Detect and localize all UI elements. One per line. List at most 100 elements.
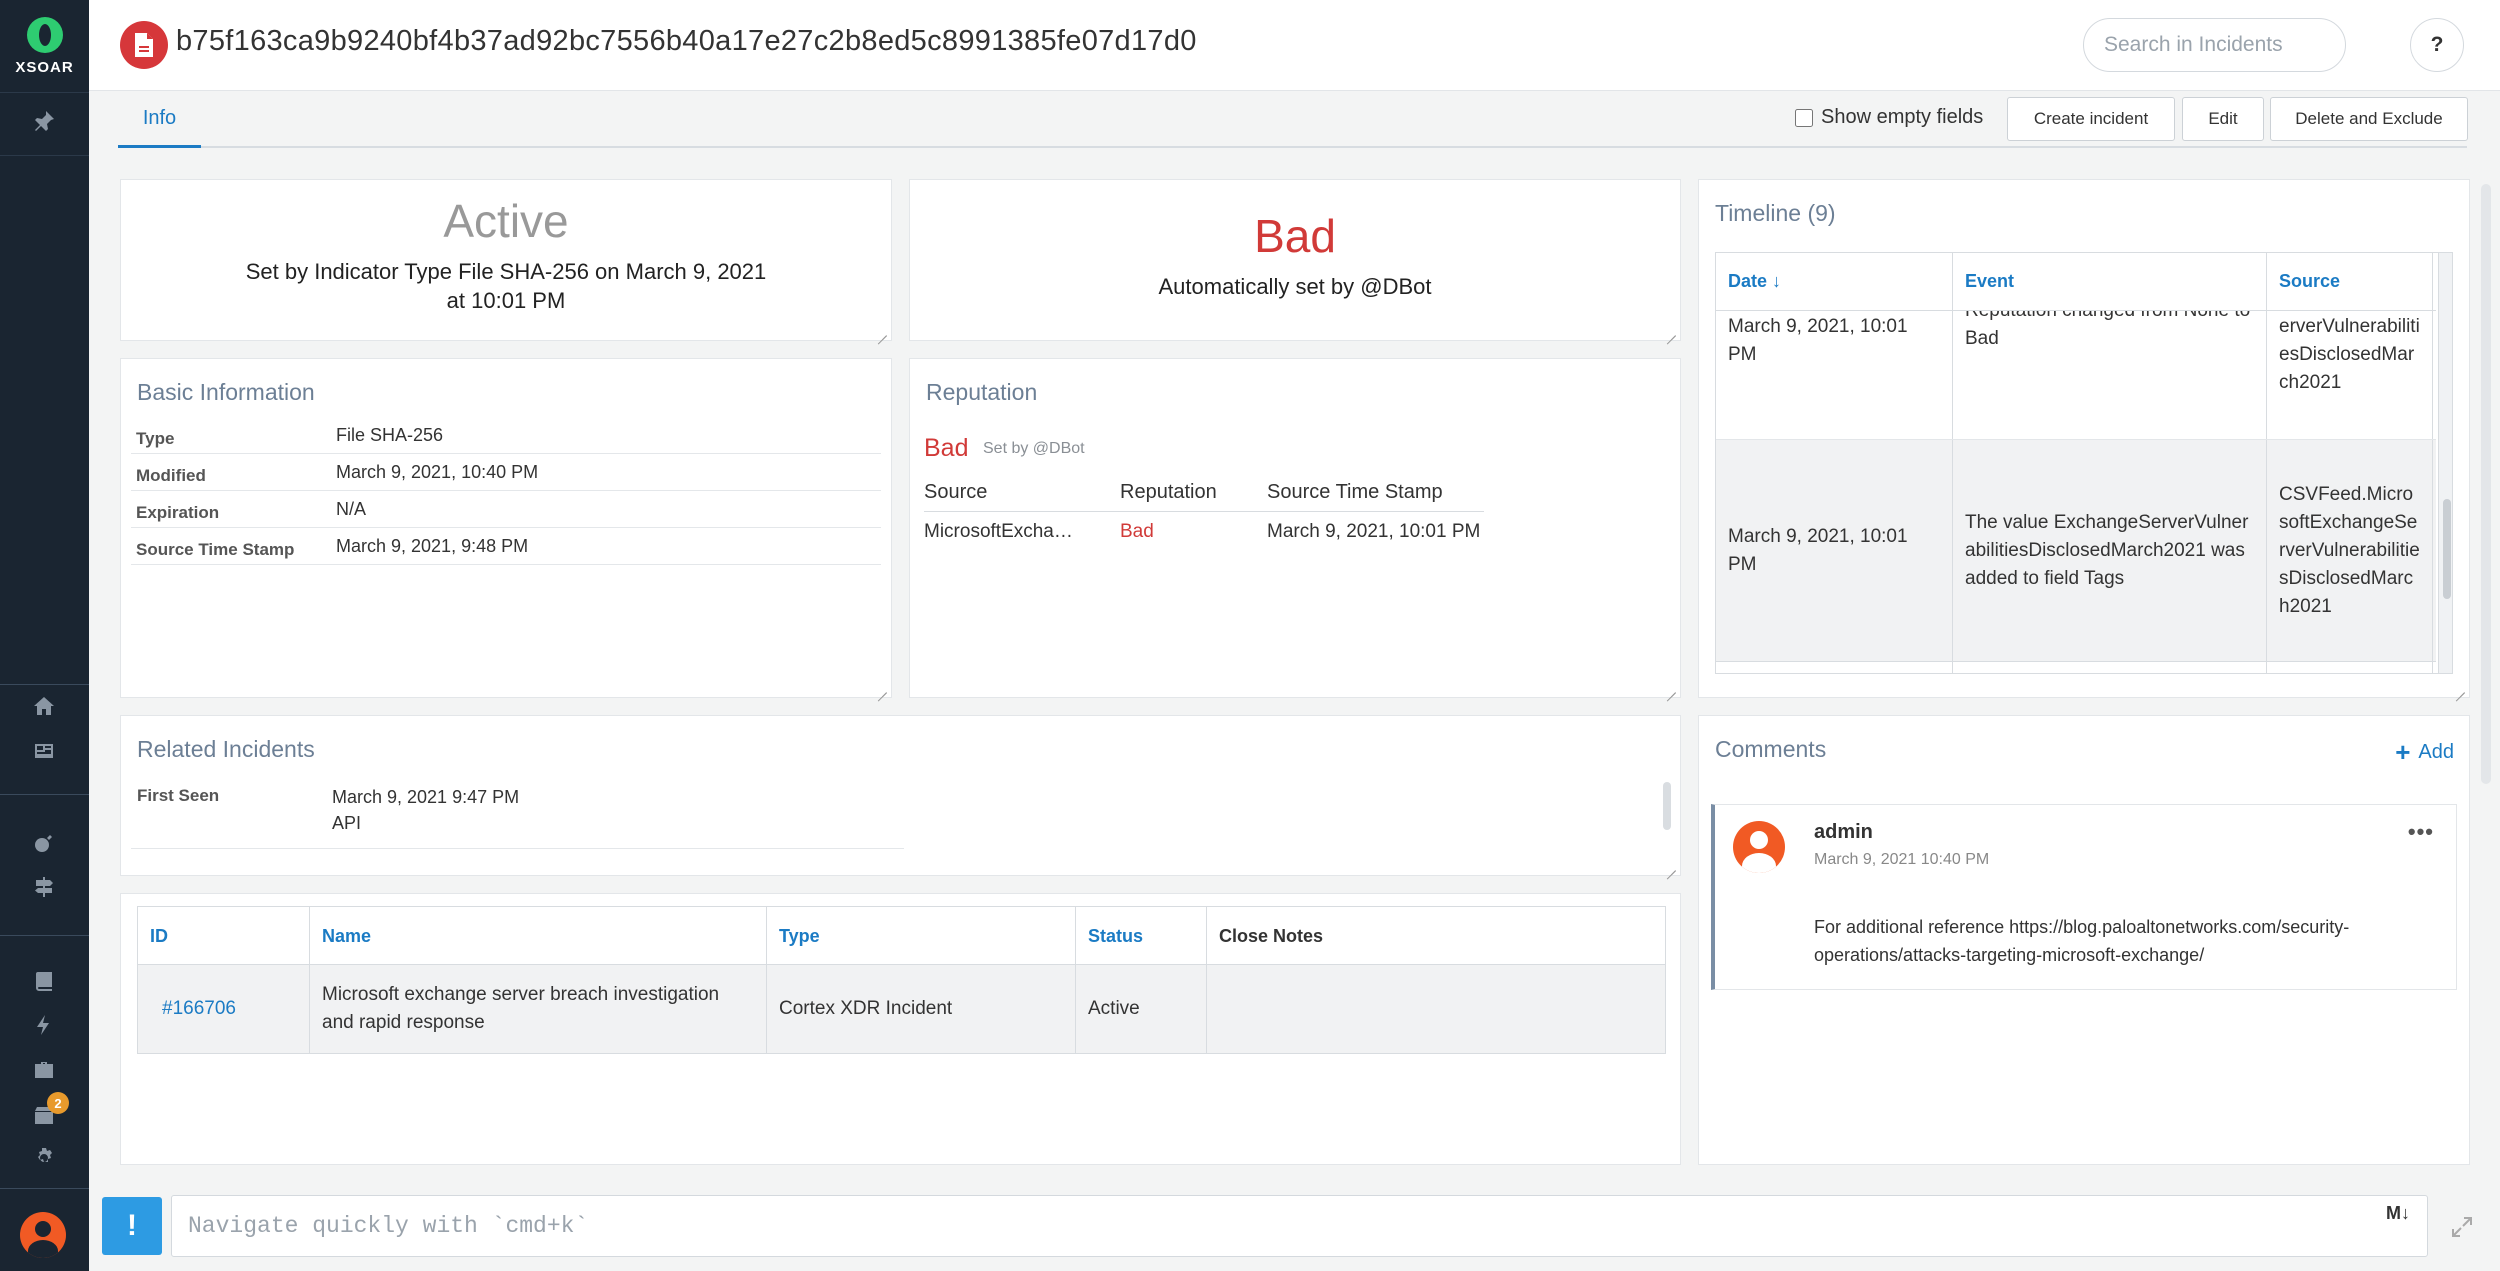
incidents-header-id[interactable]: ID bbox=[138, 907, 310, 964]
incidents-header-name[interactable]: Name bbox=[310, 907, 767, 964]
incident-status: Active bbox=[1076, 965, 1207, 1053]
divider bbox=[131, 848, 904, 849]
incident-id-link[interactable]: #166706 bbox=[138, 965, 310, 1053]
related-scrollbar[interactable] bbox=[1663, 782, 1671, 830]
info-row: Source Time Stamp March 9, 2021, 9:48 PM bbox=[131, 528, 881, 565]
resize-handle[interactable] bbox=[1664, 324, 1676, 336]
add-comment-button[interactable]: + Add bbox=[2395, 737, 2454, 768]
xsoar-logo-icon bbox=[26, 16, 63, 53]
incident-close-notes bbox=[1207, 965, 1665, 1053]
notification-badge: 2 bbox=[47, 1092, 69, 1114]
timeline-source: erverVulnerabilitiesDisclosedMarch2021 bbox=[2267, 311, 2433, 439]
bomb-icon[interactable] bbox=[29, 828, 59, 858]
table-row bbox=[1716, 661, 2436, 673]
timeline-header-date[interactable]: Date ↓ bbox=[1716, 253, 1953, 311]
timeline-header-event[interactable]: Event bbox=[1953, 253, 2267, 311]
incidents-header-status[interactable]: Status bbox=[1076, 907, 1207, 964]
search-input[interactable] bbox=[2083, 18, 2346, 72]
info-row: Expiration N/A bbox=[131, 491, 881, 528]
edit-button[interactable]: Edit bbox=[2182, 97, 2264, 141]
create-incident-button[interactable]: Create incident bbox=[2007, 97, 2175, 141]
status-set-by-line1: Set by Indicator Type File SHA-256 on Ma… bbox=[245, 259, 767, 284]
pin-icon[interactable] bbox=[29, 106, 59, 136]
book-icon[interactable] bbox=[29, 966, 59, 996]
table-row[interactable]: March 9, 2021, 10:01 PM The value Exchan… bbox=[1716, 439, 2436, 661]
sidebar: XSOAR 2 bbox=[0, 0, 89, 1271]
incidents-header-close-notes: Close Notes bbox=[1219, 925, 1324, 946]
gear-icon[interactable] bbox=[29, 1143, 59, 1173]
table-row[interactable]: March 9, 2021, 10:01 PM Reputation chang… bbox=[1716, 295, 2436, 439]
timeline-event: The value ExchangeServerVulnerabilitiesD… bbox=[1953, 440, 2267, 661]
comment-date: March 9, 2021 10:40 PM bbox=[1814, 851, 1990, 868]
xsoar-logo[interactable]: XSOAR bbox=[0, 0, 89, 92]
comment-text: For additional reference https://blog.pa… bbox=[1814, 917, 2350, 965]
info-value: March 9, 2021, 10:40 PM bbox=[336, 462, 539, 482]
timeline-scrollbar[interactable] bbox=[2438, 253, 2452, 673]
signpost-icon[interactable] bbox=[29, 872, 59, 902]
sidebar-divider bbox=[0, 92, 89, 93]
markdown-icon[interactable]: M↓ bbox=[2386, 1203, 2410, 1224]
panel-title: Timeline (9) bbox=[1715, 200, 1836, 226]
incidents-header-row: ID Name Type Status Close Notes bbox=[138, 907, 1665, 965]
resize-handle[interactable] bbox=[1664, 859, 1676, 871]
home-icon[interactable] bbox=[29, 691, 59, 721]
user-avatar[interactable] bbox=[20, 1212, 66, 1258]
reputation-value: Bad bbox=[1120, 521, 1154, 542]
page-scrollbar[interactable] bbox=[2481, 184, 2491, 784]
verdict-panel: Bad Automatically set by @DBot bbox=[909, 179, 1681, 341]
resize-handle[interactable] bbox=[1664, 681, 1676, 693]
sidebar-divider bbox=[0, 684, 89, 685]
tab-info[interactable]: Info bbox=[118, 91, 201, 148]
resize-handle[interactable] bbox=[875, 324, 887, 336]
page-title: b75f163ca9b9240bf4b37ad92bc7556b40a17e27… bbox=[176, 25, 1197, 57]
command-input[interactable] bbox=[171, 1195, 2428, 1257]
timeline-date: March 9, 2021, 10:01 PM bbox=[1716, 440, 1953, 661]
file-indicator-icon bbox=[120, 21, 168, 69]
add-comment-label: Add bbox=[2418, 741, 2454, 763]
resize-handle[interactable] bbox=[2453, 681, 2465, 693]
reputation-timestamp: March 9, 2021, 10:01 PM bbox=[1267, 521, 1481, 542]
scrollbar-thumb[interactable] bbox=[2443, 499, 2451, 599]
incidents-header-type[interactable]: Type bbox=[767, 907, 1076, 964]
resize-handle[interactable] bbox=[875, 681, 887, 693]
logo-text: XSOAR bbox=[15, 58, 74, 76]
timeline-cell bbox=[2267, 662, 2433, 673]
info-key: Type bbox=[136, 429, 175, 448]
reputation-set-by: Set by @DBot bbox=[983, 440, 1085, 457]
panel-title: Reputation bbox=[926, 379, 1038, 405]
first-seen-source: API bbox=[332, 813, 362, 833]
briefcase-icon[interactable] bbox=[29, 1055, 59, 1085]
commenter-avatar bbox=[1733, 821, 1785, 873]
help-button[interactable]: ? bbox=[2410, 18, 2464, 72]
timeline-table[interactable]: March 9, 2021, 10:01 PM Reputation chang… bbox=[1715, 252, 2453, 674]
panel-title: Comments bbox=[1715, 736, 1827, 762]
show-empty-fields-checkbox[interactable] bbox=[1795, 108, 1813, 127]
comment-card: admin March 9, 2021 10:40 PM ••• For add… bbox=[1711, 804, 2457, 990]
info-key: Expiration bbox=[136, 503, 220, 522]
more-options-icon[interactable]: ••• bbox=[2408, 819, 2434, 845]
info-key: Source Time Stamp bbox=[136, 540, 295, 559]
timeline-cell bbox=[1953, 662, 2267, 673]
news-icon[interactable] bbox=[29, 736, 59, 766]
tab-bar: Info Show empty fields Create incident E… bbox=[118, 91, 2468, 148]
expand-icon[interactable] bbox=[2450, 1215, 2474, 1239]
show-empty-fields-toggle[interactable]: Show empty fields bbox=[1795, 106, 1983, 129]
related-incidents-panel: Related Incidents First Seen March 9, 20… bbox=[120, 715, 1681, 876]
first-seen-date: March 9, 2021 9:47 PM bbox=[332, 787, 520, 807]
comments-panel: Comments + Add admin March 9, 2021 10:40… bbox=[1698, 715, 2470, 1165]
table-row[interactable]: #166706 Microsoft exchange server breach… bbox=[138, 965, 1665, 1053]
timeline-header: Date ↓ Event Source bbox=[1716, 253, 2436, 311]
delete-and-exclude-button[interactable]: Delete and Exclude bbox=[2270, 97, 2468, 141]
first-seen-value: March 9, 2021 9:47 PM API bbox=[332, 784, 519, 836]
bolt-icon[interactable] bbox=[29, 1010, 59, 1040]
sidebar-divider bbox=[0, 155, 89, 156]
incident-name: Microsoft exchange server breach investi… bbox=[310, 965, 767, 1053]
reputation-header-divider bbox=[924, 511, 1484, 512]
timeline-header-source[interactable]: Source bbox=[2267, 253, 2433, 311]
info-value: File SHA-256 bbox=[336, 425, 444, 445]
timeline-cell bbox=[1716, 662, 1953, 673]
incidents-table: ID Name Type Status Close Notes #166706 … bbox=[137, 906, 1666, 1054]
alert-button[interactable]: ! bbox=[102, 1197, 162, 1255]
reputation-panel: Reputation Bad Set by @DBot Source Reput… bbox=[909, 358, 1681, 698]
sidebar-divider bbox=[0, 794, 89, 795]
